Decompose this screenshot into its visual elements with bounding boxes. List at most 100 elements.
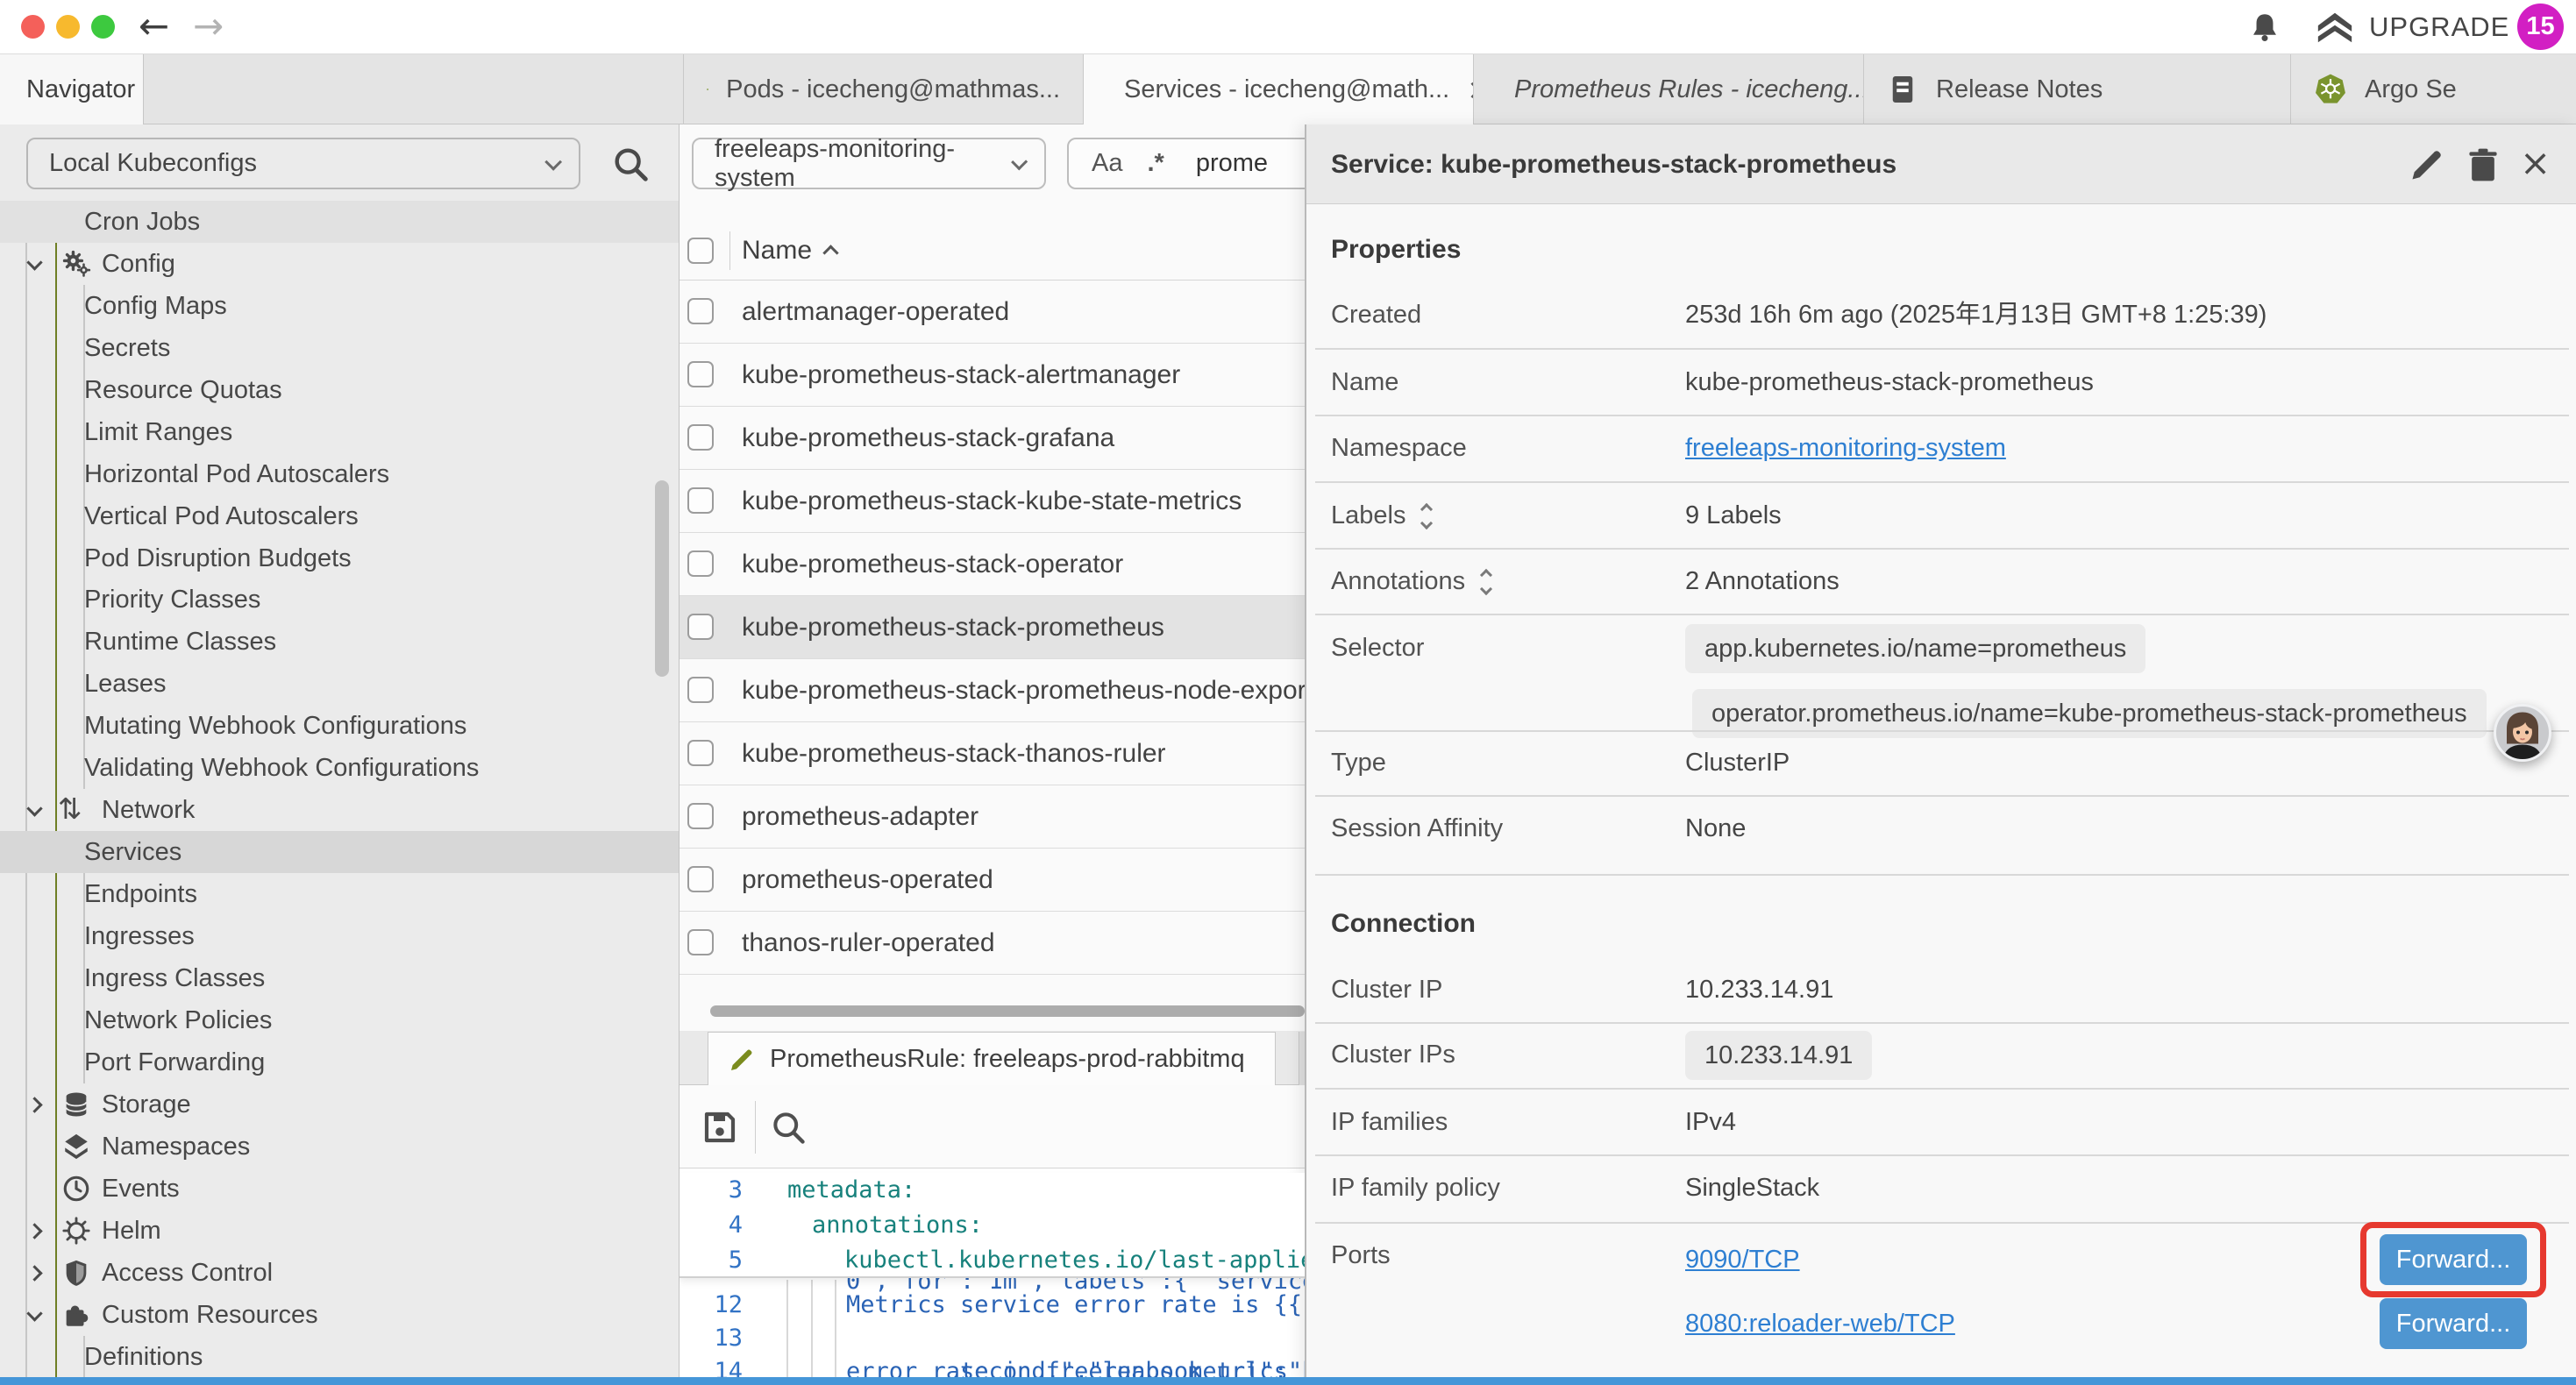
close-window-icon[interactable] <box>21 15 45 39</box>
chevron-right-icon[interactable] <box>26 1097 42 1112</box>
search-icon[interactable] <box>610 144 651 184</box>
row-checkbox[interactable] <box>687 929 714 955</box>
table-row[interactable]: kube-prometheus-stack-alertmanager <box>680 344 1305 407</box>
chevron-right-icon[interactable] <box>26 1223 42 1239</box>
sidebar-item-custom-resources[interactable]: Custom Resources <box>0 1294 680 1336</box>
tab-services[interactable]: Services - icecheng@math... × <box>1084 54 1474 124</box>
row-checkbox[interactable] <box>687 550 714 577</box>
close-tab-icon[interactable]: × <box>1467 73 1474 106</box>
sidebar-item-runtime-classes[interactable]: Runtime Classes <box>0 621 680 663</box>
sidebar-item-storage[interactable]: Storage <box>0 1083 680 1126</box>
upgrade-button[interactable]: UPGRADE <box>2369 0 2509 54</box>
sidebar-item-vertical-pod-autoscalers[interactable]: Vertical Pod Autoscalers <box>0 495 680 537</box>
sidebar-item-cron-jobs[interactable]: Cron Jobs <box>0 201 680 243</box>
bell-icon[interactable] <box>2246 10 2283 46</box>
sidebar-item-validating-webhook-configurations[interactable]: Validating Webhook Configurations <box>0 747 680 789</box>
chevron-down-icon[interactable] <box>26 254 42 270</box>
sidebar-item-pod-disruption-budgets[interactable]: Pod Disruption Budgets <box>0 537 680 579</box>
namespace-selector[interactable]: freeleaps-monitoring-system <box>692 138 1046 189</box>
sidebar-item-definitions[interactable]: Definitions <box>0 1336 680 1378</box>
row-checkbox[interactable] <box>687 866 714 892</box>
close-panel-icon[interactable]: × <box>2520 124 2551 204</box>
row-checkbox[interactable] <box>687 803 714 829</box>
tab-navigator[interactable]: Navigator <box>0 54 144 124</box>
sidebar-item-secrets[interactable]: Secrets <box>0 327 680 369</box>
notification-badge[interactable]: 15 <box>2517 4 2564 50</box>
row-checkbox[interactable] <box>687 614 714 640</box>
sidebar-item-network[interactable]: ⇅ Network <box>0 789 680 831</box>
sidebar-scrollbar[interactable] <box>655 480 669 677</box>
row-checkbox[interactable] <box>687 487 714 514</box>
tab-release-notes[interactable]: Release Notes <box>1864 54 2291 124</box>
table-row[interactable]: alertmanager-operated <box>680 281 1305 344</box>
sidebar-item-namespaces[interactable]: Namespaces <box>0 1126 680 1168</box>
sidebar-item-resource-quotas[interactable]: Resource Quotas <box>0 369 680 411</box>
sidebar-item-helm[interactable]: Helm <box>0 1210 680 1252</box>
upgrade-chevrons-icon[interactable] <box>2315 8 2355 48</box>
regex-toggle[interactable]: .* <box>1147 149 1163 178</box>
sidebar-item-access-control[interactable]: Access Control <box>0 1252 680 1294</box>
sort-ascending-icon[interactable] <box>822 245 838 260</box>
table-row[interactable]: kube-prometheus-stack-prometheus-node-ex… <box>680 659 1305 722</box>
editor-tab-prometheusrule[interactable]: PrometheusRule: freeleaps-prod-rabbitmq <box>708 1032 1276 1086</box>
table-row[interactable]: kube-prometheus-stack-thanos-ruler <box>680 722 1305 785</box>
sidebar-item-port-forwarding[interactable]: Port Forwarding <box>0 1041 680 1083</box>
sidebar-item-leases[interactable]: Leases <box>0 663 680 705</box>
table-row[interactable]: thanos-ruler-operated <box>680 912 1305 975</box>
row-checkbox[interactable] <box>687 424 714 451</box>
select-all-checkbox[interactable] <box>687 238 714 264</box>
labels-count[interactable]: 9 Labels <box>1685 494 1782 537</box>
table-row[interactable]: kube-prometheus-stack-kube-state-metrics <box>680 470 1305 533</box>
trash-icon[interactable] <box>2464 146 2502 184</box>
table-row[interactable]: prometheus-operated <box>680 849 1305 912</box>
sidebar-item-services[interactable]: Services <box>0 831 680 873</box>
name-column-header[interactable]: Name <box>742 221 812 280</box>
port-link[interactable]: 8080:reloader-web/TCP <box>1685 1302 1955 1346</box>
row-checkbox[interactable] <box>687 677 714 703</box>
table-row[interactable]: kube-prometheus-stack-operator <box>680 533 1305 596</box>
avatar[interactable] <box>2494 704 2551 762</box>
save-icon[interactable] <box>699 1106 741 1148</box>
table-row[interactable]: prometheus-adapter <box>680 785 1305 849</box>
horizontal-scrollbar[interactable] <box>710 1005 1305 1017</box>
sidebar-item-endpoints[interactable]: Endpoints <box>0 873 680 915</box>
port-forward-button[interactable]: Forward... <box>2380 1298 2527 1349</box>
search-icon[interactable] <box>769 1108 808 1147</box>
chevron-down-icon[interactable] <box>26 1305 42 1321</box>
edit-pencil-icon[interactable] <box>2408 146 2446 184</box>
minimize-window-icon[interactable] <box>56 15 80 39</box>
sidebar-item-mutating-webhook-configurations[interactable]: Mutating Webhook Configurations <box>0 705 680 747</box>
expand-annotations-toggle[interactable] <box>1478 565 1496 597</box>
expand-labels-toggle[interactable] <box>1419 500 1436 531</box>
zoom-window-icon[interactable] <box>91 15 115 39</box>
sidebar-item-limit-ranges[interactable]: Limit Ranges <box>0 411 680 453</box>
editor-tab-partial[interactable] <box>1299 1032 1305 1086</box>
row-checkbox[interactable] <box>687 298 714 324</box>
case-sensitive-toggle[interactable]: Aa <box>1092 149 1122 178</box>
row-checkbox[interactable] <box>687 740 714 766</box>
table-row[interactable]: kube-prometheus-stack-grafana <box>680 407 1305 470</box>
back-icon[interactable]: ← <box>139 0 169 54</box>
chevron-down-icon[interactable] <box>26 800 42 816</box>
namespace-link[interactable]: freeleaps-monitoring-system <box>1685 426 2006 470</box>
table-row-selected[interactable]: kube-prometheus-stack-prometheus <box>680 596 1305 659</box>
sidebar-item-network-policies[interactable]: Network Policies <box>0 999 680 1041</box>
tab-argo[interactable]: Argo Se <box>2291 54 2576 124</box>
sidebar-item-ingresses[interactable]: Ingresses <box>0 915 680 957</box>
row-checkbox[interactable] <box>687 361 714 387</box>
forward-icon[interactable]: → <box>193 0 224 54</box>
chevron-right-icon[interactable] <box>26 1265 42 1281</box>
tab-prometheus-rules[interactable]: Prometheus Rules - icecheng... <box>1474 54 1864 124</box>
sidebar-item-horizontal-pod-autoscalers[interactable]: Horizontal Pod Autoscalers <box>0 453 680 495</box>
sidebar-item-events[interactable]: Events <box>0 1168 680 1210</box>
filter-value[interactable]: prome <box>1196 149 1268 178</box>
kubeconfig-selector[interactable]: Local Kubeconfigs <box>26 138 580 189</box>
tab-pods[interactable]: Pods - icecheng@mathmas... <box>683 54 1084 124</box>
sidebar-item-ingress-classes[interactable]: Ingress Classes <box>0 957 680 999</box>
filter-input[interactable]: Aa .* prome <box>1067 138 1305 189</box>
sidebar-item-config[interactable]: Config <box>0 243 680 285</box>
sidebar-item-config-maps[interactable]: Config Maps <box>0 285 680 327</box>
port-link[interactable]: 9090/TCP <box>1685 1238 1800 1282</box>
sidebar-item-priority-classes[interactable]: Priority Classes <box>0 579 680 621</box>
annotations-count[interactable]: 2 Annotations <box>1685 559 1839 603</box>
